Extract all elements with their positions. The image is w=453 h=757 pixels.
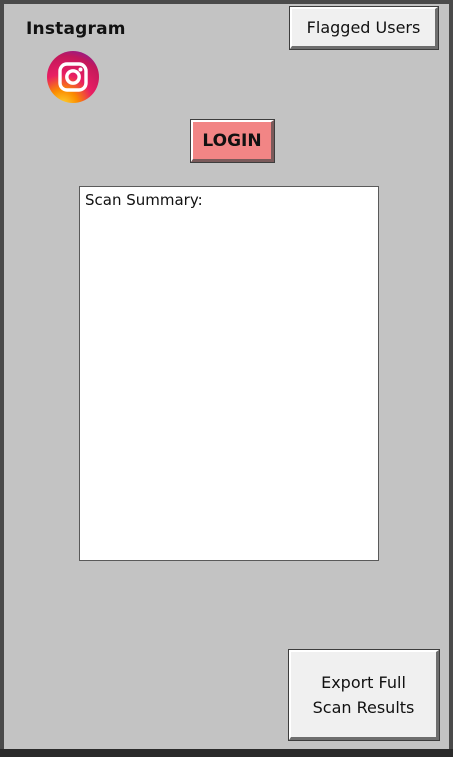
window-bottom-edge xyxy=(0,749,453,757)
flagged-users-button[interactable]: Flagged Users xyxy=(289,6,439,50)
export-full-scan-results-button[interactable]: Export Full Scan Results xyxy=(288,649,440,741)
scan-summary-label: Scan Summary: xyxy=(85,191,203,209)
app-title: Instagram xyxy=(26,19,126,39)
login-button[interactable]: LOGIN xyxy=(190,119,275,163)
app-window: Instagram Flagged Users LOGIN Scan Summa… xyxy=(0,0,453,757)
scan-summary-panel: Scan Summary: xyxy=(79,186,379,561)
instagram-logo-icon xyxy=(46,50,100,104)
